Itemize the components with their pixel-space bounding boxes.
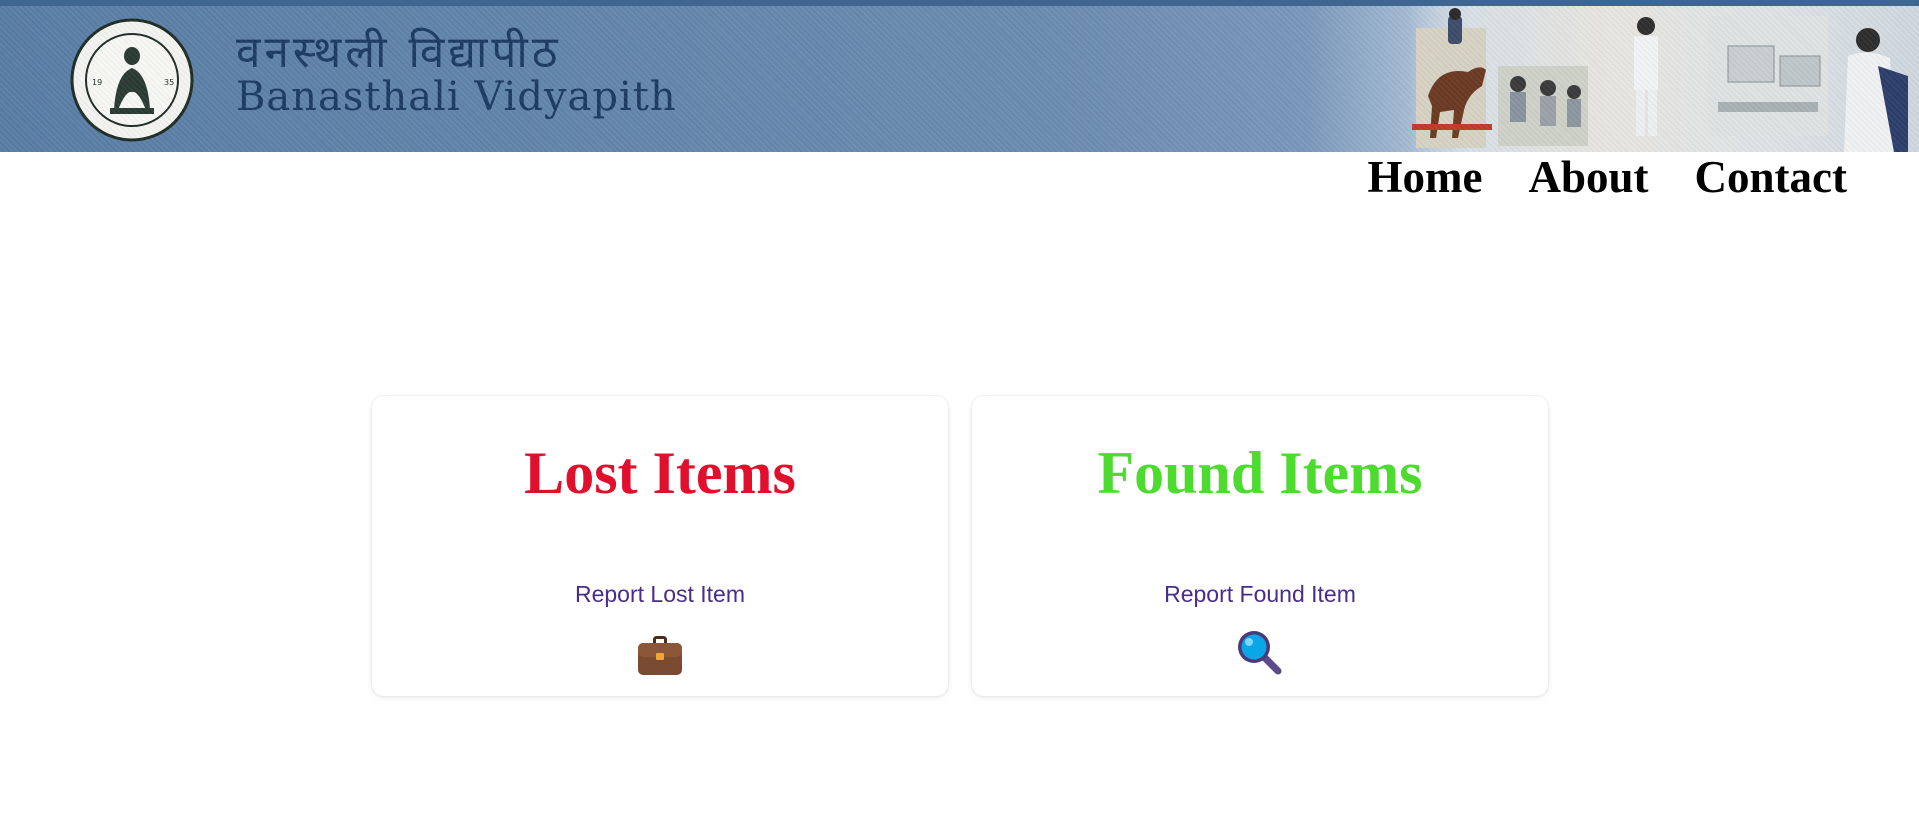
campus-photo-collage [1408, 6, 1919, 152]
nav-home-link[interactable]: Home [1368, 151, 1483, 203]
university-name-hindi: वनस्थली विद्यापीठ [236, 27, 562, 78]
university-seal-logo: 19 35 [70, 18, 194, 142]
svg-text:35: 35 [164, 78, 174, 87]
item-cards: Lost Items Report Lost Item Found Items … [372, 396, 1548, 696]
report-found-item-link[interactable]: Report Found Item [972, 580, 1548, 608]
header-banner: 19 35 वनस्थली विद्यापीठ Banasthali Vidya… [0, 0, 1919, 152]
lost-items-card: Lost Items Report Lost Item [372, 396, 948, 696]
report-lost-item-link[interactable]: Report Lost Item [372, 580, 948, 608]
nav-about-link[interactable]: About [1528, 151, 1648, 203]
lost-items-title: Lost Items [524, 440, 796, 506]
magnifying-glass-icon [1235, 628, 1285, 678]
university-name-english: Banasthali Vidyapith [236, 74, 677, 120]
found-items-card: Found Items Report Found Item [972, 396, 1548, 696]
top-navigation: Home About Contact [1368, 150, 1847, 204]
found-items-title: Found Items [1097, 440, 1423, 506]
svg-text:19: 19 [92, 78, 102, 87]
briefcase-icon [635, 628, 685, 678]
nav-contact-link[interactable]: Contact [1695, 151, 1847, 203]
